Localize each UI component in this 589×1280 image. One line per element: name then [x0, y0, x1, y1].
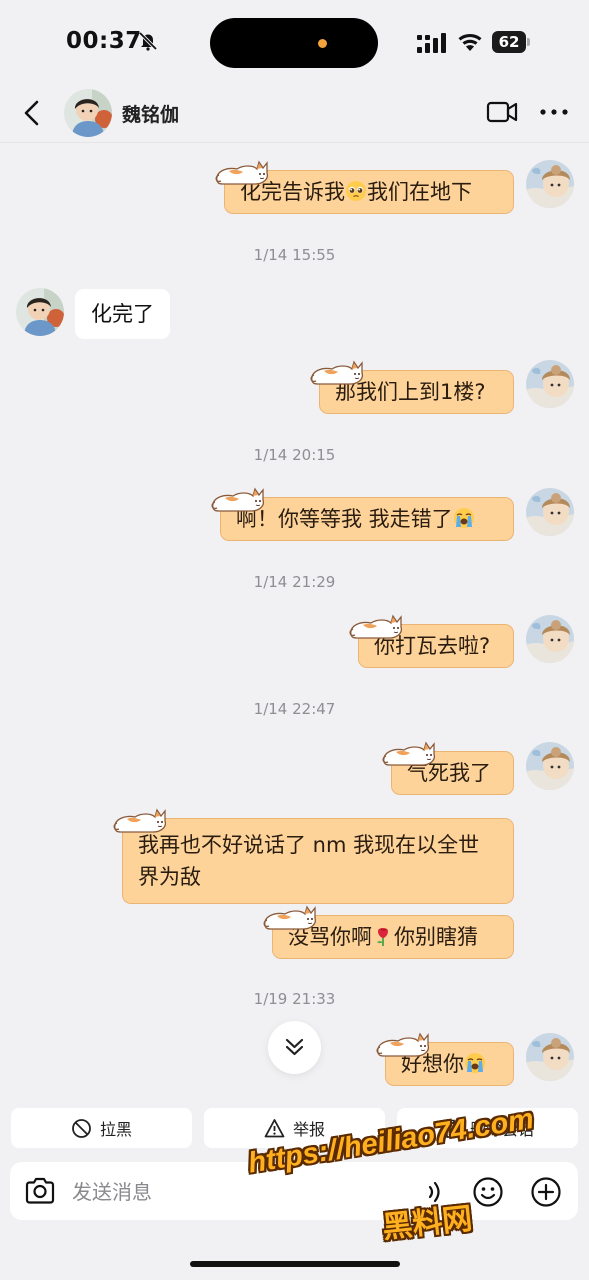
cat-bubble-decoration-icon — [261, 902, 319, 932]
report-label: 举报 — [292, 1120, 325, 1139]
voice-message-icon[interactable] — [422, 1178, 450, 1206]
outgoing-message[interactable]: 化完告诉我 我们在地下 — [224, 170, 514, 214]
more-attachments-icon[interactable] — [530, 1176, 562, 1208]
delete-conversation-button[interactable]: 删除会话 — [397, 1108, 578, 1148]
message-text: 你别瞎猜 — [394, 925, 478, 949]
scroll-to-bottom-button[interactable] — [268, 1021, 321, 1074]
cat-bubble-decoration-icon — [209, 484, 267, 514]
timestamp: 1/14 20:15 — [253, 446, 336, 464]
message-text: 啊！你等等我 我走错了 — [236, 507, 453, 531]
emoji-picker-icon[interactable] — [472, 1176, 504, 1208]
battery-level: 62 — [492, 31, 526, 53]
my-avatar[interactable] — [526, 742, 574, 790]
warning-icon — [264, 1118, 285, 1137]
island-indicator-dot — [318, 39, 327, 48]
more-options-icon[interactable] — [538, 100, 570, 124]
home-indicator[interactable] — [190, 1261, 400, 1267]
cat-bubble-decoration-icon — [374, 1029, 432, 1059]
chat-header: 魏铭伽 — [0, 86, 589, 143]
loudly-crying-face-emoji-icon — [453, 507, 475, 529]
message-text: 化完了 — [91, 302, 154, 326]
contact-name[interactable]: 魏铭伽 — [122, 100, 179, 127]
timestamp: 1/14 15:55 — [253, 246, 336, 264]
rose-emoji-icon — [372, 925, 394, 947]
outgoing-message[interactable]: 啊！你等等我 我走错了 — [220, 497, 514, 541]
message-composer — [10, 1162, 578, 1222]
loudly-crying-face-emoji-icon — [464, 1052, 486, 1074]
timestamp: 1/19 21:33 — [253, 990, 336, 1008]
cat-bubble-decoration-icon — [111, 805, 169, 835]
my-avatar[interactable] — [526, 488, 574, 536]
outgoing-message[interactable]: 气死我了 — [391, 751, 514, 795]
my-avatar[interactable] — [526, 160, 574, 208]
timestamp: 1/14 22:47 — [253, 700, 336, 718]
outgoing-message[interactable]: 没骂你啊 你别瞎猜 — [272, 915, 514, 959]
message-input[interactable] — [70, 1162, 414, 1222]
my-avatar[interactable] — [526, 615, 574, 663]
message-text: 我们在地下 — [367, 180, 472, 204]
battery-icon: 62 — [492, 31, 530, 53]
back-chevron-icon[interactable] — [18, 98, 48, 128]
block-label: 拉黑 — [99, 1120, 132, 1139]
outgoing-message[interactable]: 你打瓦去啦? — [358, 624, 514, 668]
contact-avatar[interactable] — [64, 89, 112, 137]
my-avatar[interactable] — [526, 1033, 574, 1081]
outgoing-message[interactable]: 我再也不好说话了 nm 我现在以全世界为敌 — [122, 818, 514, 904]
cat-bubble-decoration-icon — [213, 157, 271, 187]
incoming-message[interactable]: 化完了 — [75, 289, 170, 339]
trash-icon — [443, 1119, 459, 1138]
battery-cap — [527, 38, 530, 46]
outgoing-message[interactable]: 好想你 — [385, 1042, 514, 1086]
cat-bubble-decoration-icon — [308, 357, 366, 387]
message-text: 我再也不好说话了 nm 我现在以全世界为敌 — [138, 833, 480, 889]
double-chevron-down-icon — [285, 1038, 304, 1056]
delete-conversation-label: 删除会话 — [469, 1120, 534, 1139]
cellular-signal-icon — [417, 33, 446, 53]
block-icon — [72, 1118, 91, 1138]
camera-icon[interactable] — [24, 1176, 56, 1206]
dynamic-island — [210, 18, 378, 68]
cat-bubble-decoration-icon — [347, 611, 405, 641]
pleading-face-emoji-icon — [345, 180, 367, 202]
cat-bubble-decoration-icon — [380, 738, 438, 768]
report-button[interactable]: 举报 — [204, 1108, 385, 1148]
timestamp: 1/14 21:29 — [253, 573, 336, 591]
video-call-icon[interactable] — [486, 98, 518, 126]
block-button[interactable]: 拉黑 — [11, 1108, 192, 1148]
status-time: 00:37 — [66, 28, 142, 54]
my-avatar[interactable] — [526, 360, 574, 408]
status-bar: 00:37 62 — [0, 0, 589, 86]
outgoing-message[interactable]: 那我们上到1楼? — [319, 370, 514, 414]
bell-muted-icon — [138, 31, 158, 51]
chat-action-bar: 拉黑 举报 删除会话 — [0, 1108, 589, 1150]
wifi-icon — [458, 34, 482, 51]
contact-avatar[interactable] — [16, 288, 64, 336]
